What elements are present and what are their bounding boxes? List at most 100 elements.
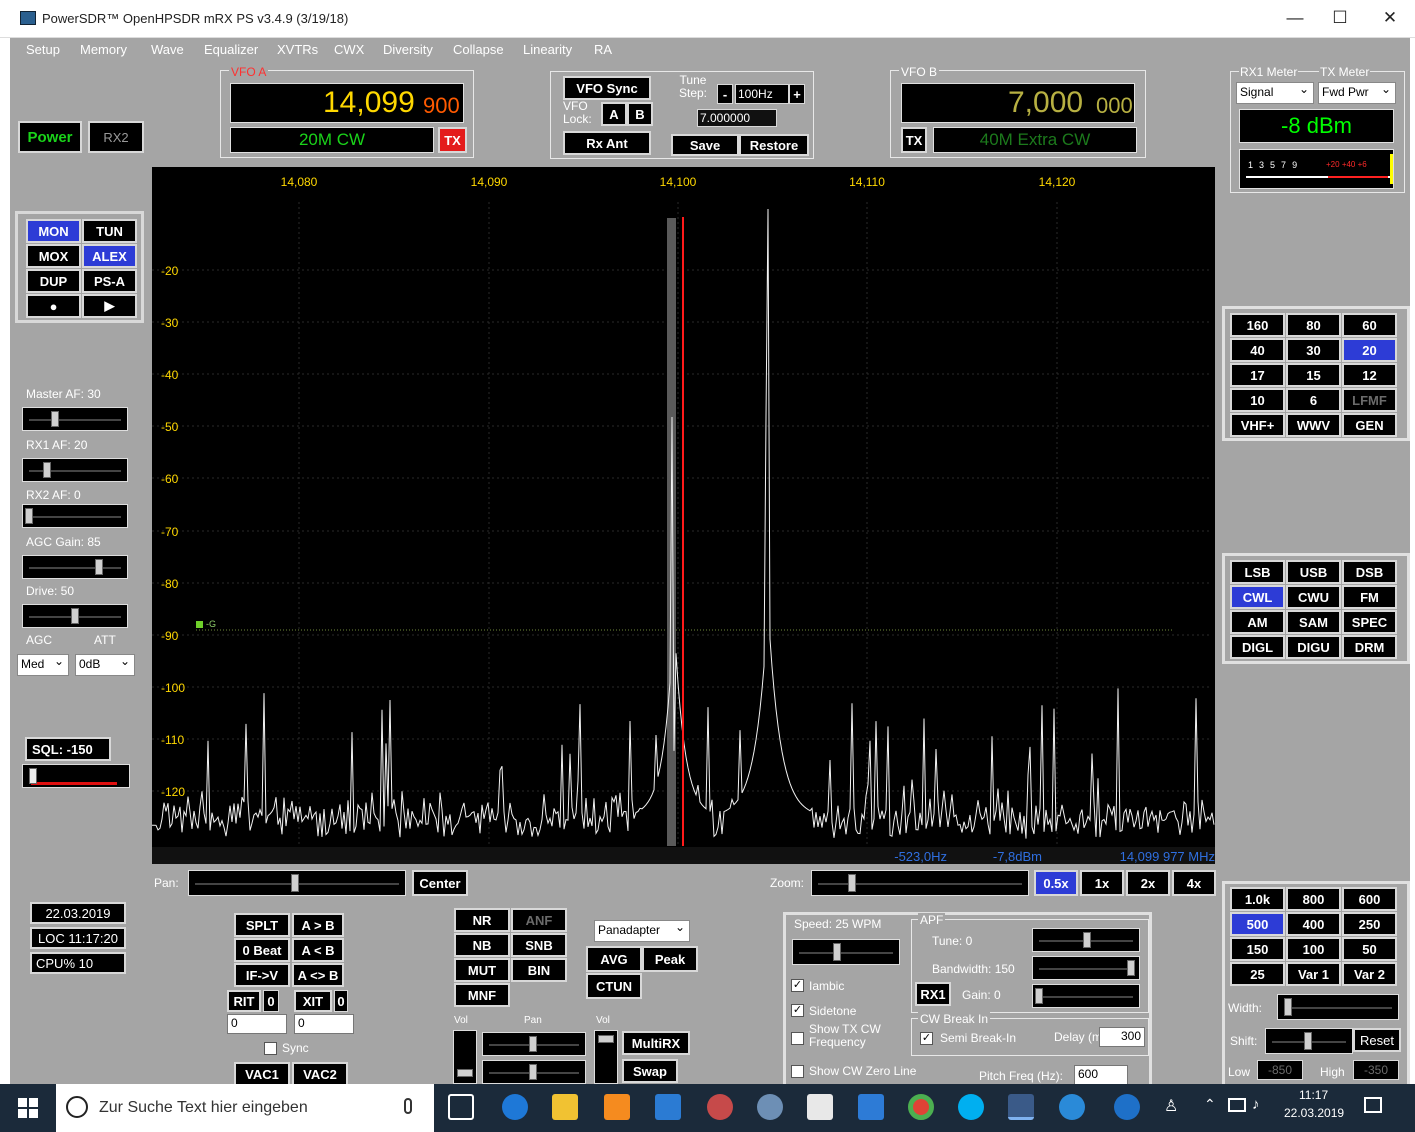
maximize-button[interactable]: ☐ bbox=[1320, 8, 1360, 28]
filter-10k-button[interactable]: 1.0k bbox=[1230, 887, 1285, 911]
volume-icon[interactable]: ♪ bbox=[1252, 1096, 1260, 1113]
band-20-button[interactable]: 20 bbox=[1342, 338, 1397, 362]
filter-var1-button[interactable]: Var 1 bbox=[1286, 962, 1341, 986]
people-icon[interactable]: ♙ bbox=[1164, 1096, 1178, 1116]
multirx-button[interactable]: MultiRX bbox=[622, 1031, 690, 1055]
step-minus-button[interactable]: - bbox=[717, 84, 733, 104]
mode-cwl-button[interactable]: CWL bbox=[1230, 585, 1285, 609]
agc-gain-slider[interactable] bbox=[22, 555, 128, 579]
band-vhfplus-button[interactable]: VHF+ bbox=[1230, 413, 1285, 437]
vac1-button[interactable]: VAC1 bbox=[234, 1062, 290, 1086]
band-10-button[interactable]: 10 bbox=[1230, 388, 1285, 412]
sync-checkbox[interactable] bbox=[264, 1042, 277, 1055]
vfo-b-tx-button[interactable]: TX bbox=[901, 127, 927, 153]
vac2-button[interactable]: VAC2 bbox=[292, 1062, 348, 1086]
band-40-button[interactable]: 40 bbox=[1230, 338, 1285, 362]
shift-slider[interactable] bbox=[1265, 1028, 1353, 1054]
mode-digl-button[interactable]: DIGL bbox=[1230, 635, 1285, 659]
snb-button[interactable]: SNB bbox=[511, 933, 567, 957]
att-select[interactable]: 0dB bbox=[75, 654, 135, 676]
nb-button[interactable]: NB bbox=[454, 933, 510, 957]
filter-250-button[interactable]: 250 bbox=[1342, 912, 1397, 936]
rx1-vol-slider[interactable] bbox=[453, 1030, 477, 1084]
mode-digu-button[interactable]: DIGU bbox=[1286, 635, 1341, 659]
show-zero-line-checkbox[interactable] bbox=[791, 1065, 804, 1078]
band-6-button[interactable]: 6 bbox=[1286, 388, 1341, 412]
mode-cwu-button[interactable]: CWU bbox=[1286, 585, 1341, 609]
vfo-a-frequency[interactable]: 14,099 900 bbox=[230, 83, 464, 123]
rx2-af-slider[interactable] bbox=[22, 504, 128, 528]
tx-meter-select[interactable]: Fwd Pwr bbox=[1318, 82, 1396, 104]
minimize-button[interactable]: — bbox=[1275, 8, 1315, 28]
band-gen-button[interactable]: GEN bbox=[1342, 413, 1397, 437]
master-af-slider[interactable] bbox=[22, 407, 128, 431]
split-button[interactable]: SPLT bbox=[234, 913, 290, 937]
chrome-icon[interactable] bbox=[908, 1094, 934, 1120]
mode-am-button[interactable]: AM bbox=[1230, 610, 1285, 634]
rit-spinner[interactable]: 0 bbox=[227, 1014, 287, 1034]
mode-lsb-button[interactable]: LSB bbox=[1230, 560, 1285, 584]
alex-button[interactable]: ALEX bbox=[82, 244, 137, 268]
mnf-button[interactable]: MNF bbox=[454, 983, 510, 1007]
mail-icon[interactable] bbox=[807, 1094, 833, 1120]
band-12-button[interactable]: 12 bbox=[1342, 363, 1397, 387]
filter-600-button[interactable]: 600 bbox=[1342, 887, 1397, 911]
iambic-checkbox[interactable]: ✓ bbox=[791, 979, 804, 992]
drive-slider[interactable] bbox=[22, 604, 128, 628]
rit-button[interactable]: RIT bbox=[227, 990, 261, 1012]
ps-a-button[interactable]: PS-A bbox=[82, 269, 137, 293]
mox-button[interactable]: MOX bbox=[26, 244, 81, 268]
menu-ra[interactable]: RA bbox=[594, 42, 612, 57]
nr-button[interactable]: NR bbox=[454, 908, 510, 932]
rx2-pan-slider[interactable] bbox=[482, 1060, 586, 1084]
help-icon[interactable] bbox=[1114, 1094, 1140, 1120]
band-wwv-button[interactable]: WWV bbox=[1286, 413, 1341, 437]
band-80-button[interactable]: 80 bbox=[1286, 313, 1341, 337]
pan-slider[interactable] bbox=[188, 870, 406, 896]
band-15-button[interactable]: 15 bbox=[1286, 363, 1341, 387]
show-tx-cw-checkbox[interactable] bbox=[791, 1032, 804, 1045]
dup-button[interactable]: DUP bbox=[26, 269, 81, 293]
bin-button[interactable]: BIN bbox=[511, 958, 567, 982]
file-explorer-icon[interactable] bbox=[552, 1094, 578, 1120]
menu-collapse[interactable]: Collapse bbox=[453, 42, 504, 57]
record-button[interactable]: ● bbox=[26, 294, 81, 318]
edge-icon[interactable] bbox=[502, 1094, 528, 1120]
rx1-meter-select[interactable]: Signal bbox=[1236, 82, 1314, 104]
zero-beat-button[interactable]: 0 Beat bbox=[234, 938, 290, 962]
mode-fm-button[interactable]: FM bbox=[1342, 585, 1397, 609]
tune-step-value[interactable]: 100Hz bbox=[735, 84, 789, 104]
sidetone-checkbox[interactable]: ✓ bbox=[791, 1004, 804, 1017]
swap-ab-button[interactable]: A <> B bbox=[292, 963, 344, 987]
avg-button[interactable]: AVG bbox=[586, 946, 642, 972]
taskbar-clock-date[interactable]: 22.03.2019 bbox=[1284, 1106, 1344, 1120]
low-value[interactable]: -850 bbox=[1257, 1060, 1303, 1080]
filter-150-button[interactable]: 150 bbox=[1230, 937, 1285, 961]
mode-sam-button[interactable]: SAM bbox=[1286, 610, 1341, 634]
menu-equalizer[interactable]: Equalizer bbox=[204, 42, 258, 57]
network-icon[interactable] bbox=[1228, 1098, 1246, 1112]
menu-memory[interactable]: Memory bbox=[80, 42, 127, 57]
tun-button[interactable]: TUN bbox=[82, 219, 137, 243]
center-button[interactable]: Center bbox=[412, 870, 468, 896]
filter-100-button[interactable]: 100 bbox=[1286, 937, 1341, 961]
app-icon-5[interactable] bbox=[1059, 1094, 1085, 1120]
rx1-pan-slider[interactable] bbox=[482, 1032, 586, 1056]
sql-display[interactable]: SQL: -150 bbox=[25, 737, 111, 761]
zoom-2x-button[interactable]: 2x bbox=[1126, 870, 1170, 896]
mode-spec-button[interactable]: SPEC bbox=[1342, 610, 1397, 634]
rx1-af-slider[interactable] bbox=[22, 458, 128, 482]
band-17-button[interactable]: 17 bbox=[1230, 363, 1285, 387]
play-button[interactable]: ▶ bbox=[82, 294, 137, 318]
pitch-freq-spinner[interactable]: 600 bbox=[1074, 1065, 1128, 1085]
b-to-a-button[interactable]: A < B bbox=[292, 938, 344, 962]
taskbar-search-box[interactable]: Zur Suche Text hier eingeben bbox=[56, 1084, 434, 1132]
notification-icon[interactable] bbox=[1364, 1097, 1382, 1113]
lock-b-button[interactable]: B bbox=[627, 102, 653, 126]
sql-slider[interactable] bbox=[22, 764, 130, 788]
semi-break-in-checkbox[interactable]: ✓ bbox=[920, 1032, 933, 1045]
zoom-1x-button[interactable]: 1x bbox=[1080, 870, 1124, 896]
width-slider[interactable] bbox=[1277, 994, 1399, 1020]
lock-a-button[interactable]: A bbox=[601, 102, 627, 126]
mode-drm-button[interactable]: DRM bbox=[1342, 635, 1397, 659]
